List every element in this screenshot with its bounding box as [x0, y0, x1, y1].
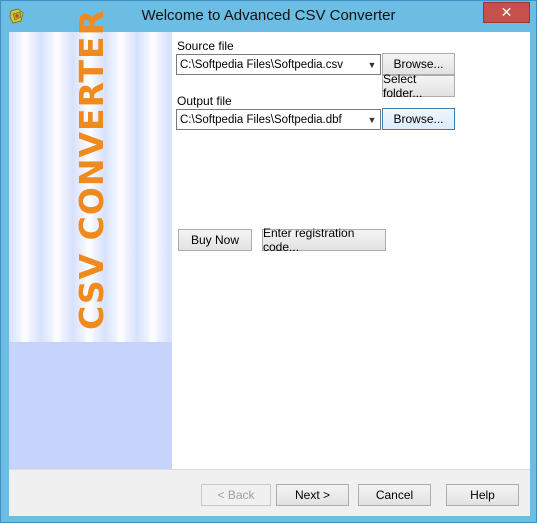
output-file-combo[interactable]: C:\Softpedia Files\Softpedia.dbf ▼	[176, 109, 381, 130]
wizard-page: CSV CONVERTER Source file C:\Softpedia F…	[9, 9, 530, 469]
select-folder-button[interactable]: Select folder...	[382, 72, 455, 100]
side-banner: CSV CONVERTER	[9, 9, 172, 469]
app-window: Welcome to Advanced CSV Converter ✕ CSV …	[0, 0, 537, 523]
output-file-label: Output file	[177, 94, 232, 108]
source-file-combo[interactable]: C:\Softpedia Files\Softpedia.csv ▼	[176, 54, 381, 75]
banner-title: CSV CONVERTER	[72, 9, 111, 330]
close-icon: ✕	[500, 4, 513, 20]
chevron-down-icon[interactable]: ▼	[364, 110, 380, 129]
source-file-label: Source file	[177, 39, 234, 53]
output-file-value: C:\Softpedia Files\Softpedia.dbf	[180, 113, 342, 126]
buy-now-button[interactable]: Buy Now	[178, 229, 252, 251]
chevron-down-icon[interactable]: ▼	[364, 55, 380, 74]
cancel-button[interactable]: Cancel	[358, 484, 431, 506]
source-file-value: C:\Softpedia Files\Softpedia.csv	[180, 58, 343, 71]
help-button[interactable]: Help	[446, 484, 519, 506]
back-button[interactable]: < Back	[201, 484, 271, 506]
next-button[interactable]: Next >	[276, 484, 349, 506]
close-button[interactable]: ✕	[483, 2, 530, 23]
output-browse-button[interactable]: Browse...	[382, 108, 455, 130]
banner-lower-panel	[9, 342, 172, 469]
wizard-client-area: CSV CONVERTER Source file C:\Softpedia F…	[9, 9, 530, 516]
footer-separator	[9, 469, 530, 470]
enter-registration-code-button[interactable]: Enter registration code...	[262, 226, 386, 254]
